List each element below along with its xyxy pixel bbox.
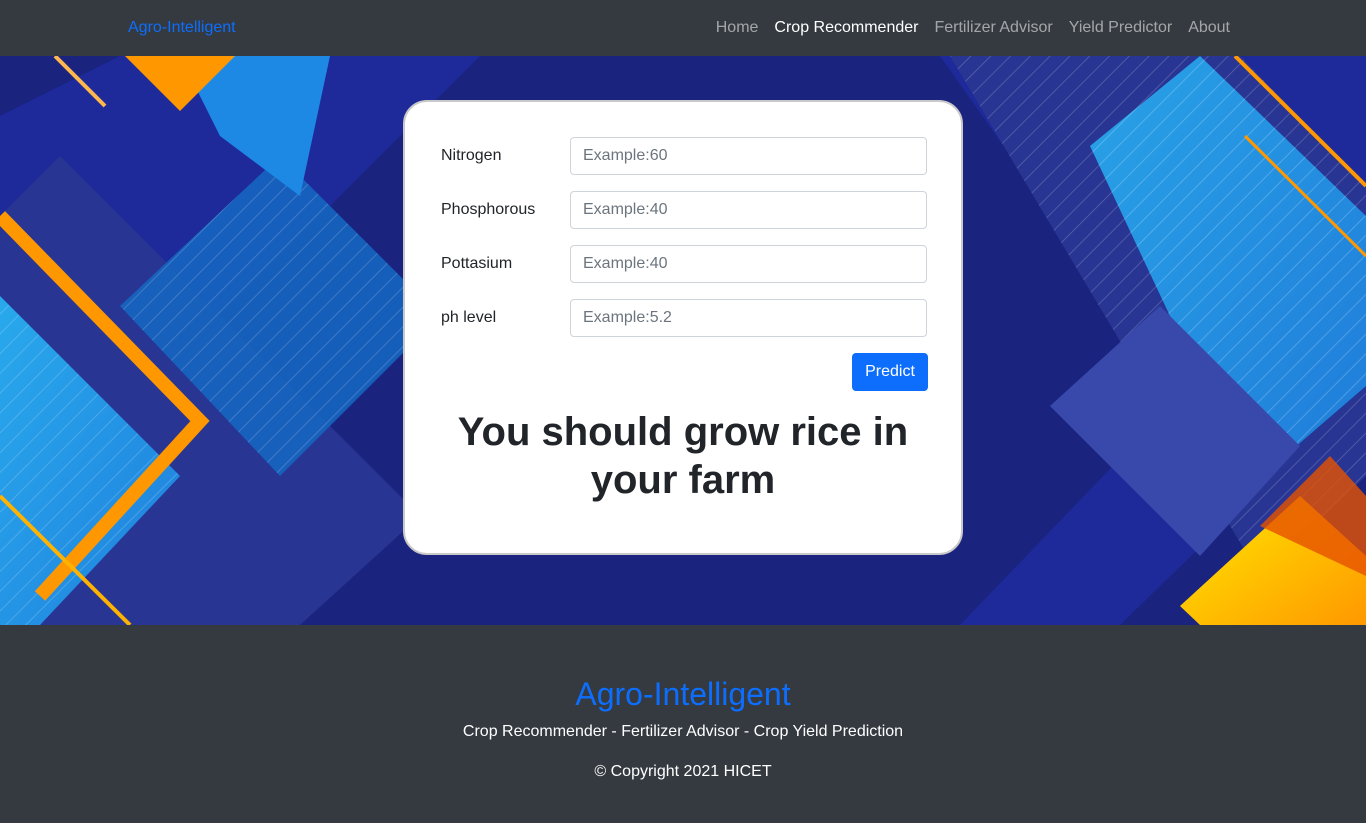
nitrogen-input[interactable] bbox=[570, 137, 927, 175]
pottasium-label: Pottasium bbox=[441, 255, 513, 272]
ph-level-input[interactable] bbox=[570, 299, 927, 337]
nav-link-yield-predictor[interactable]: Yield Predictor bbox=[1069, 17, 1172, 39]
nav-link-home[interactable]: Home bbox=[716, 17, 759, 39]
footer-tagline: Crop Recommender - Fertilizer Advisor - … bbox=[462, 723, 904, 740]
hero-section: Nitrogen Phosphorous Pottasium ph level … bbox=[0, 56, 1366, 625]
pottasium-row: Pottasium bbox=[441, 245, 928, 283]
brand-link[interactable]: Agro-Intelligent bbox=[128, 17, 236, 39]
phosphorous-input[interactable] bbox=[570, 191, 927, 229]
prediction-result: You should grow rice in your farm bbox=[457, 410, 909, 502]
footer-title: Agro-Intelligent bbox=[575, 676, 791, 712]
navbar: Agro-Intelligent Home Crop Recommender F… bbox=[0, 0, 1366, 56]
nav-link-about[interactable]: About bbox=[1188, 17, 1230, 39]
ph-level-row: ph level bbox=[441, 299, 928, 337]
nitrogen-row: Nitrogen bbox=[441, 137, 928, 175]
nav-link-crop-recommender[interactable]: Crop Recommender bbox=[774, 17, 918, 39]
pottasium-input[interactable] bbox=[570, 245, 927, 283]
predict-button[interactable]: Predict bbox=[852, 353, 928, 391]
ph-level-label: ph level bbox=[441, 309, 497, 326]
nav-links: Home Crop Recommender Fertilizer Advisor… bbox=[716, 17, 1230, 39]
phosphorous-row: Phosphorous bbox=[441, 191, 928, 229]
footer: Agro-Intelligent Crop Recommender - Fert… bbox=[0, 625, 1366, 823]
footer-copyright: © Copyright 2021 HICET bbox=[594, 763, 772, 780]
nitrogen-label: Nitrogen bbox=[441, 147, 502, 164]
nav-link-fertilizer-advisor[interactable]: Fertilizer Advisor bbox=[934, 17, 1052, 39]
crop-form-card: Nitrogen Phosphorous Pottasium ph level … bbox=[403, 100, 963, 555]
phosphorous-label: Phosphorous bbox=[441, 201, 536, 218]
